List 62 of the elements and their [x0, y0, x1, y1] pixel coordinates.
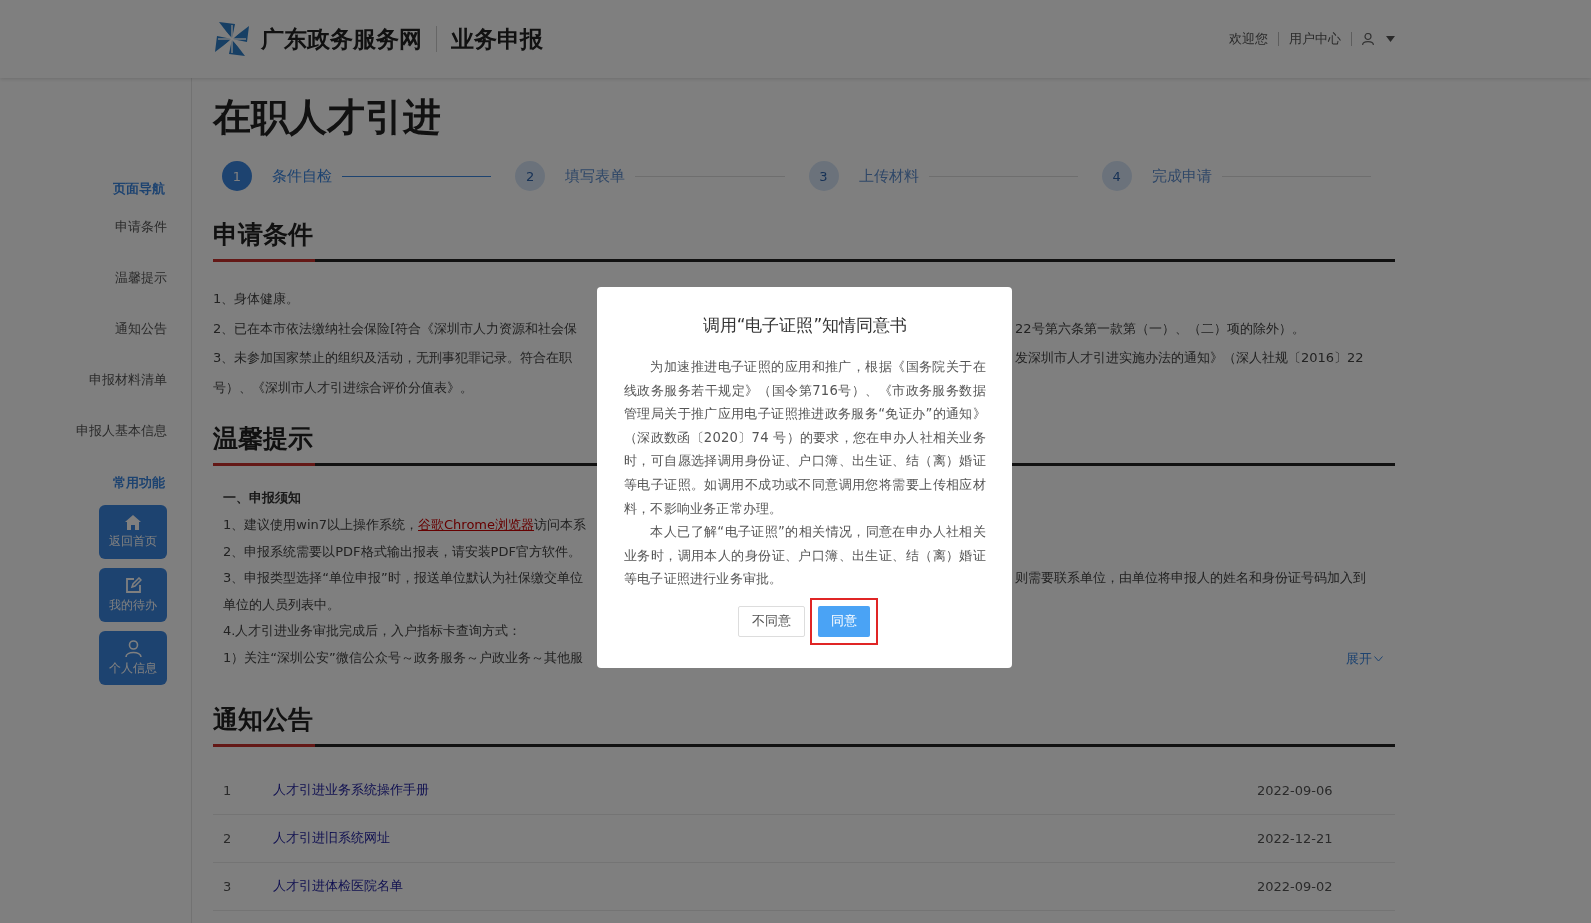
- step-label: 条件自检: [272, 166, 332, 186]
- pinwheel-logo-icon: [213, 20, 251, 58]
- condition-text: 3、未参加国家禁止的组织及活动，无刑事犯罪记录。符合在职: [213, 349, 574, 367]
- consent-paragraph: 本人已了解“电子证照”的相关情况，同意在申办人社相关业务时，调用本人的身份证、户口簿、出生证、结（离）婚证等电子证照进行业务审批。: [624, 523, 986, 589]
- notice-date: 2022-12-21: [1257, 830, 1334, 846]
- step-number: 2: [515, 161, 546, 191]
- expand-link[interactable]: 展开: [1346, 649, 1383, 668]
- step-number: 1: [222, 161, 252, 191]
- nav-item[interactable]: 申请条件: [115, 217, 167, 237]
- nav-item[interactable]: 申报材料清单: [89, 370, 167, 390]
- step-number: 4: [1101, 161, 1132, 191]
- agree-button[interactable]: 同意: [817, 605, 870, 637]
- notice-date: 2022-09-02: [1257, 878, 1334, 894]
- chevron-down-icon[interactable]: [1374, 655, 1383, 662]
- user-icon: [124, 639, 142, 657]
- page-title: 在职人才引进: [213, 94, 442, 141]
- shortcut-button[interactable]: 返回首页: [99, 505, 167, 559]
- nav-item[interactable]: 温馨提示: [115, 268, 167, 288]
- home-icon: [125, 514, 141, 530]
- disagree-button[interactable]: 不同意: [737, 605, 805, 637]
- section-heading: 通知公告: [213, 703, 313, 736]
- tip-text: 4.人才引进业务审批完成后，入户指标卡查询方式：: [223, 622, 523, 641]
- notice-link[interactable]: 人才引进业务系统操作手册: [273, 782, 429, 798]
- tip-text: 单位的人员列表中。: [223, 595, 341, 614]
- condition-text: 2、已在本市依法缴纳社会保险[符合《深圳市人力资源和社会保: [213, 319, 579, 338]
- notice-link[interactable]: 人才引进体检医院名单: [273, 878, 403, 894]
- shortcut-button[interactable]: 个人信息: [99, 631, 167, 685]
- step-number: 3: [808, 161, 839, 191]
- tip-text: 1）关注“深圳公安”微信公众号～政务服务～户政业务～其他服: [223, 648, 584, 667]
- nav-item[interactable]: 通知公告: [115, 319, 167, 339]
- user-icon[interactable]: [1362, 33, 1374, 45]
- tip-text: 2、申报系统需要以PDF格式输出报表，请安装PDF官方软件。: [223, 542, 582, 561]
- section-heading: 温馨提示: [213, 423, 313, 455]
- tips-subheading: 一、申报须知: [223, 489, 301, 507]
- tip-text: 1、建议使用win7以上操作系统，谷歌Chrome浏览器访问本系: [223, 516, 588, 534]
- notice-link[interactable]: 人才引进旧系统网址: [273, 830, 390, 846]
- tip-text: 则需要联系单位，由单位将申报人的姓名和身份证号码加入到: [1015, 569, 1367, 588]
- greeting-text: 欢迎您: [1229, 30, 1268, 48]
- user-center-link[interactable]: 用户中心: [1289, 30, 1341, 48]
- condition-text: 发深圳市人才引进实施办法的通知》（深人社规〔2016〕22: [1015, 349, 1365, 367]
- edit-icon: [124, 576, 142, 594]
- condition-text: 号）、《深圳市人才引进综合评价分值表》。: [213, 378, 474, 397]
- site-name[interactable]: 广东政务服务网: [261, 23, 422, 55]
- step-label: 上传材料: [858, 166, 919, 186]
- row-index: 2: [222, 830, 233, 846]
- step-label: 填写表单: [565, 166, 626, 186]
- row-index: 1: [222, 782, 233, 798]
- caret-icon[interactable]: [1386, 36, 1395, 42]
- functions-title: 常用功能: [113, 474, 165, 492]
- dialog-title: 调用“电子证照”知情同意书: [701, 314, 909, 337]
- consent-paragraph: 为加速推进电子证照的应用和推广，根据《国务院关于在线政务服务若干规定》（国令第716号）、《市政务服务数据管理局关于推广应用电子证照推进政务服务“免证办”的通知》（深政数函〔2020〕74 号）的要求，您在申办人社相关业务时，可自愿选择调用身份证、户口簿、出生证、结（离）婚证等电子证照。如调用不成功或不同意调用您将需要上传相应材料，不影响业务正常办理。: [624, 358, 986, 518]
- nav-title: 页面导航: [113, 180, 165, 198]
- section-title: 业务申报: [451, 24, 543, 54]
- tip-text: 3、申报类型选择“单位申报”时，报送单位默认为社保缴交单位: [223, 569, 584, 588]
- condition-text: 1、身体健康。: [213, 290, 301, 308]
- step-label: 完成申请: [1151, 166, 1212, 186]
- browser-link[interactable]: 谷歌Chrome浏览器: [418, 517, 535, 532]
- row-index: 3: [222, 878, 233, 894]
- shortcut-button[interactable]: 我的待办: [99, 568, 167, 622]
- section-heading: 申请条件: [213, 219, 313, 251]
- notice-date: 2022-09-06: [1257, 782, 1334, 798]
- nav-item[interactable]: 申报人基本信息: [76, 421, 167, 441]
